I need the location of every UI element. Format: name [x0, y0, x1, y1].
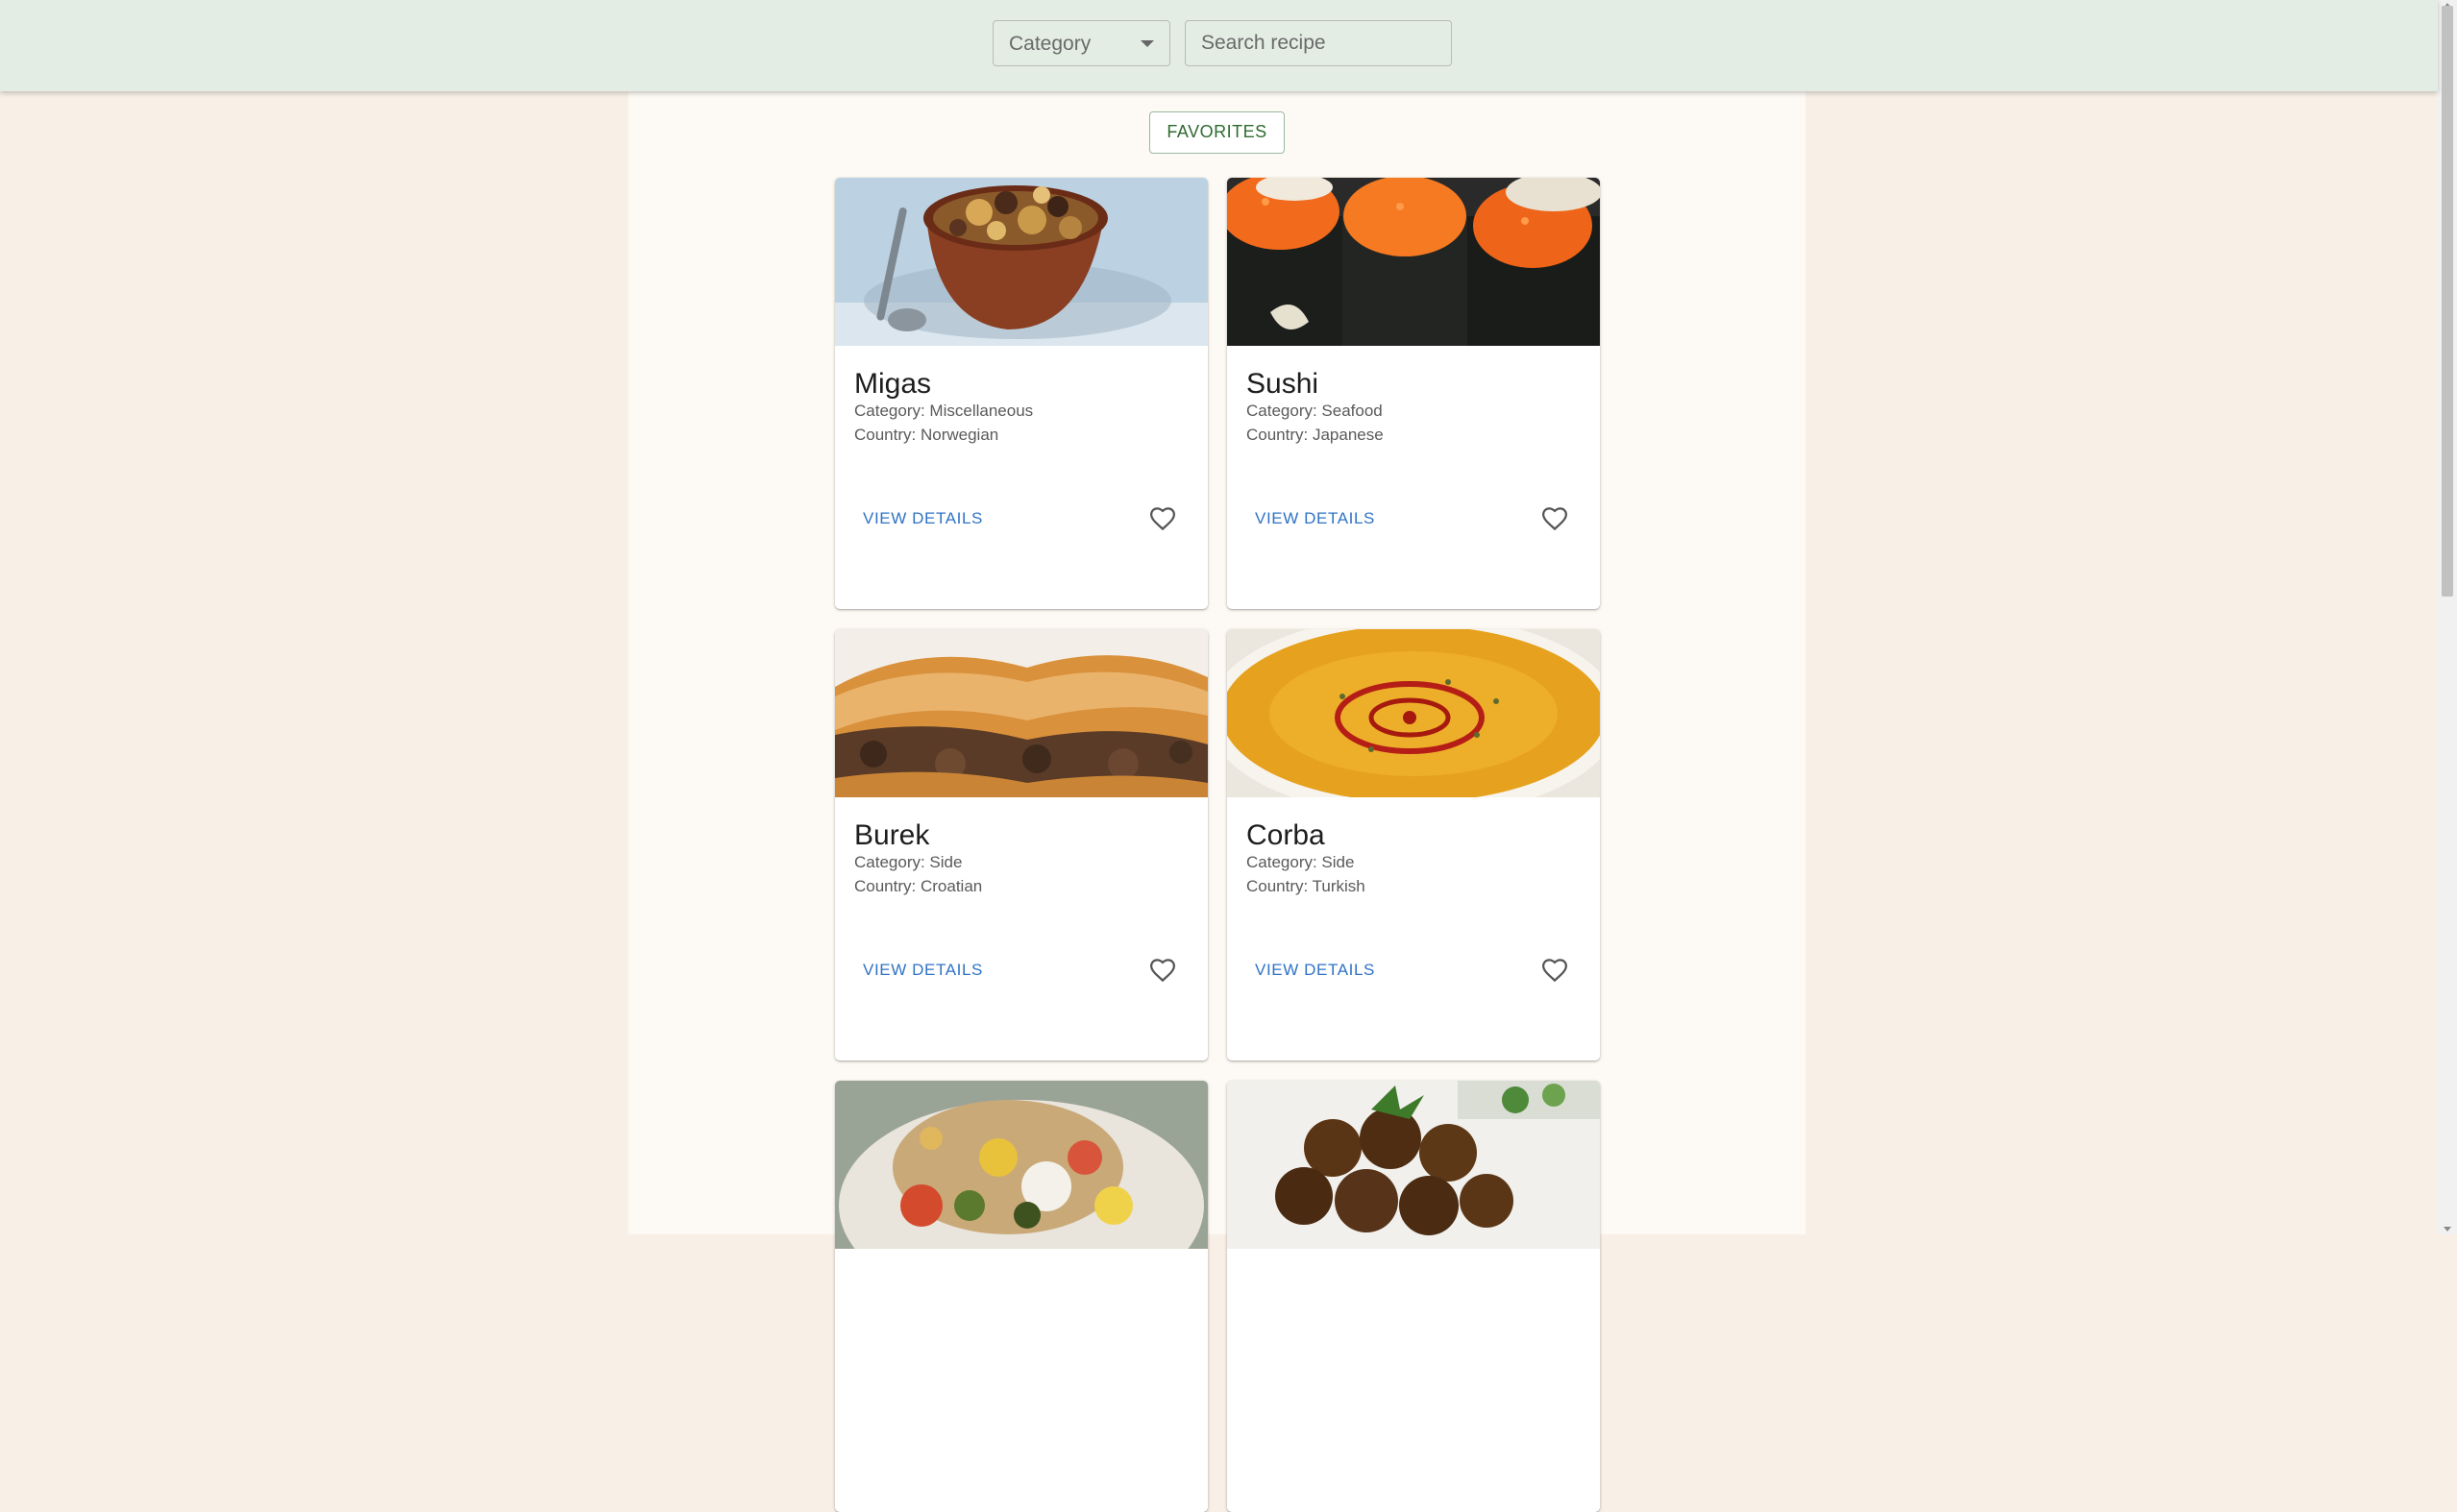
- recipe-card: Sushi Category: Seafood Country: Japanes…: [1227, 178, 1600, 609]
- recipe-photo-migas[interactable]: [835, 178, 1208, 346]
- view-details-button[interactable]: VIEW DETAILS: [1255, 509, 1375, 528]
- recipe-photo[interactable]: [835, 1081, 1208, 1249]
- search-input[interactable]: [1185, 20, 1452, 66]
- recipe-card: Migas Category: Miscellaneous Country: N…: [835, 178, 1208, 609]
- main-content: [628, 91, 1806, 1234]
- recipe-title: Corba: [1246, 819, 1325, 851]
- recipe-card: Burek Category: Side Country: Croatian V…: [835, 629, 1208, 1061]
- top-bar: Category: [0, 0, 2438, 91]
- recipe-card: [1227, 1081, 1600, 1512]
- favorites-button[interactable]: FAVORITES: [1149, 111, 1285, 154]
- recipe-category: Category: Seafood: [1246, 402, 1383, 420]
- heart-outline-icon[interactable]: [1540, 504, 1569, 533]
- recipe-category: Category: Side: [854, 853, 963, 871]
- category-select-label: Category: [1009, 33, 1092, 55]
- heart-outline-icon[interactable]: [1148, 956, 1177, 985]
- recipe-card: [835, 1081, 1208, 1512]
- scroll-down-arrow-icon[interactable]: [2444, 1227, 2451, 1232]
- recipe-country: Country: Croatian: [854, 877, 983, 895]
- recipe-country: Country: Turkish: [1246, 877, 1365, 895]
- view-details-button[interactable]: VIEW DETAILS: [863, 961, 983, 980]
- caret-down-icon: [1141, 40, 1154, 47]
- recipe-card: Corba Category: Side Country: Turkish VI…: [1227, 629, 1600, 1061]
- recipe-category: Category: Miscellaneous: [854, 402, 1034, 420]
- view-details-button[interactable]: VIEW DETAILS: [1255, 961, 1375, 980]
- recipe-photo-corba[interactable]: [1227, 629, 1600, 797]
- recipe-photo-sushi[interactable]: [1227, 178, 1600, 346]
- vertical-scrollbar[interactable]: [2438, 0, 2457, 1234]
- scroll-thumb[interactable]: [2442, 6, 2453, 597]
- heart-outline-icon[interactable]: [1540, 956, 1569, 985]
- view-details-button[interactable]: VIEW DETAILS: [863, 509, 983, 528]
- recipe-photo[interactable]: [1227, 1081, 1600, 1249]
- recipe-title: Burek: [854, 819, 930, 851]
- recipe-photo-burek[interactable]: [835, 629, 1208, 797]
- category-select[interactable]: Category: [993, 20, 1170, 66]
- heart-outline-icon[interactable]: [1148, 504, 1177, 533]
- recipe-title: Sushi: [1246, 368, 1319, 400]
- recipe-category: Category: Side: [1246, 853, 1355, 871]
- recipe-country: Country: Norwegian: [854, 426, 999, 444]
- recipe-country: Country: Japanese: [1246, 426, 1384, 444]
- recipe-title: Migas: [854, 368, 932, 400]
